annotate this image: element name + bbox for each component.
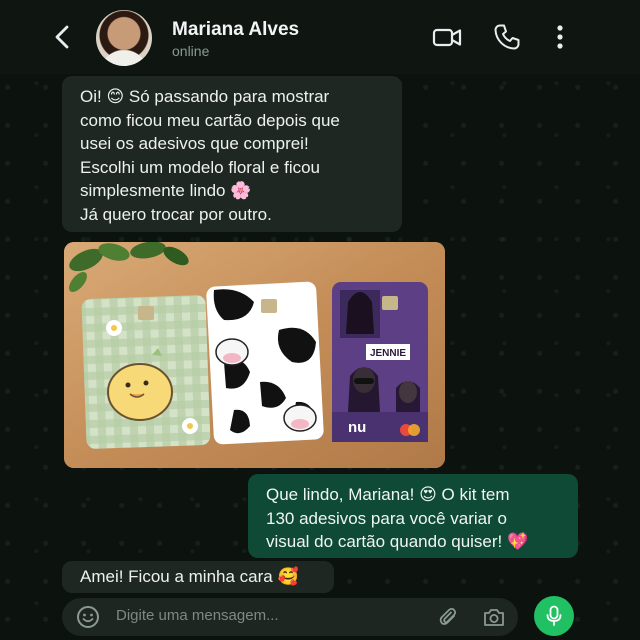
message-text: Já quero trocar por outro. (80, 204, 272, 224)
contact-avatar[interactable] (96, 10, 152, 66)
message-text: usei os adesivos que comprei! (80, 134, 309, 153)
phone-icon (494, 24, 520, 50)
back-button[interactable] (50, 22, 76, 52)
card-photo: JENNIE nu (64, 242, 445, 468)
voice-call-button[interactable] (492, 22, 522, 52)
back-arrow-icon (55, 25, 69, 49)
message-text: Amei! Ficou a minha cara 🥰 (80, 567, 299, 586)
message-text: Que lindo, Mariana! 😍 O kit tem (266, 485, 510, 504)
video-call-icon (432, 28, 462, 47)
mic-button[interactable] (534, 596, 574, 636)
message-text: Oi! 😊 Só passando para mostrar (80, 87, 330, 106)
chat-header: Mariana Alves online (0, 0, 640, 74)
contact-status: online (172, 43, 210, 59)
message-bubble-incoming[interactable]: Oi! 😊 Só passando para mostrar como fico… (62, 76, 402, 232)
attach-icon[interactable] (438, 606, 460, 628)
message-text: simplesmente lindo 🌸 (80, 181, 252, 200)
contact-name[interactable]: Mariana Alves (172, 19, 299, 41)
message-text: Escolhi um modelo floral e ficou (80, 157, 321, 177)
message-text: 130 adesivos para você variar o (266, 508, 507, 528)
svg-text:JENNIE: JENNIE (370, 348, 406, 359)
card-gingham-duck (81, 295, 211, 449)
message-input[interactable] (116, 607, 416, 624)
camera-icon[interactable] (482, 606, 506, 628)
message-bubble-incoming[interactable]: Amei! Ficou a minha cara 🥰 (62, 561, 334, 593)
video-call-button[interactable] (432, 22, 462, 52)
mic-icon (546, 605, 562, 626)
image-message[interactable]: JENNIE nu (64, 242, 445, 468)
more-options-icon (557, 25, 563, 49)
message-text: visual do cartão quando quiser! 💖 (266, 532, 529, 551)
message-composer (62, 598, 518, 636)
more-options-button[interactable] (546, 22, 576, 52)
message-bubble-outgoing[interactable]: Que lindo, Mariana! 😍 O kit tem 130 ades… (248, 474, 578, 558)
svg-text:nu: nu (348, 419, 366, 436)
card-purple-collage: JENNIE nu (332, 282, 428, 442)
emoji-icon[interactable] (76, 605, 100, 629)
card-cow-print (206, 281, 324, 445)
message-text: como ficou meu cartão depois que (80, 110, 340, 130)
